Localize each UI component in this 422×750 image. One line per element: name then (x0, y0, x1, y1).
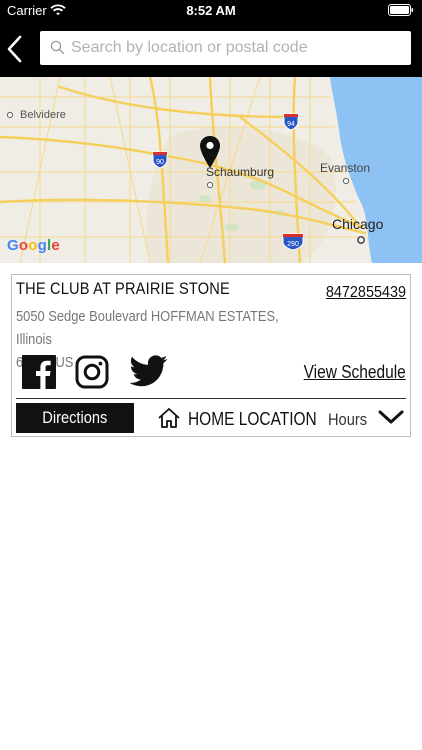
header-bar (0, 22, 422, 77)
club-name: THE CLUB AT PRAIRIE STONE (16, 279, 230, 298)
google-logo: Google (7, 237, 60, 254)
interstate-290-shield: 290 (282, 233, 304, 251)
map-label-chicago: Chicago (332, 216, 384, 232)
clock: 8:52 AM (186, 3, 236, 18)
club-address-line1: 5050 Sedge Boulevard HOFFMAN ESTATES, Il… (16, 308, 279, 348)
map-label-belvidere: Belvidere (20, 109, 66, 121)
twitter-icon[interactable] (129, 355, 168, 392)
interstate-290-label: 290 (287, 241, 299, 248)
search-input[interactable] (71, 31, 407, 65)
search-icon (50, 40, 65, 60)
battery-icon (388, 4, 414, 19)
map-label-evanston: Evanston (320, 161, 371, 175)
club-phone-link[interactable]: 8472855439 (326, 284, 406, 302)
card-divider (16, 398, 406, 399)
chevron-left-icon (7, 35, 22, 63)
directions-button[interactable]: Directions (16, 403, 134, 433)
home-location-button[interactable]: HOME LOCATION (188, 409, 317, 430)
back-button[interactable] (2, 30, 32, 68)
club-card: THE CLUB AT PRAIRIE STONE 8472855439 505… (11, 274, 411, 437)
location-pin-icon[interactable] (199, 135, 221, 169)
interstate-90-label: 90 (156, 159, 164, 166)
hours-toggle-label[interactable]: Hours (328, 410, 367, 430)
view-schedule-link[interactable]: View Schedule (304, 362, 406, 383)
map-view[interactable]: 90 94 290 Belvidere Schaumburg Evanston … (0, 77, 422, 263)
home-icon[interactable] (157, 407, 181, 434)
interstate-94-label: 94 (287, 121, 295, 128)
search-box[interactable] (40, 31, 411, 65)
status-bar: Carrier 8:52 AM (0, 0, 422, 22)
instagram-icon[interactable] (75, 355, 109, 394)
facebook-icon[interactable] (22, 355, 56, 394)
chevron-down-icon[interactable] (378, 409, 404, 430)
